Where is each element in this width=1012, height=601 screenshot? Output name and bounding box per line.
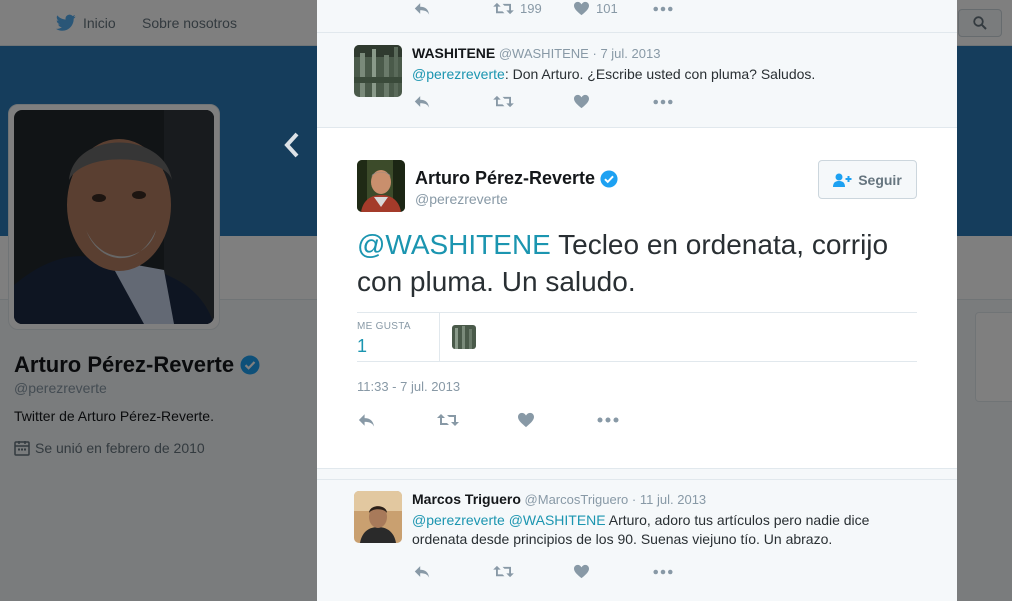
more-icon xyxy=(653,569,673,575)
more-icon xyxy=(653,99,673,105)
tweet-body: Marcos Triguero @MarcosTriguero · 11 jul… xyxy=(412,491,922,549)
divider xyxy=(317,32,957,33)
tweet-body: WASHITENE @WASHITENE · 7 jul. 2013 @pere… xyxy=(412,45,922,84)
main-tweet-actions xyxy=(357,412,619,428)
verified-icon xyxy=(600,170,618,188)
tweet-timestamp[interactable]: 11:33 - 7 jul. 2013 xyxy=(357,379,460,394)
tweet-header: WASHITENE @WASHITENE · 7 jul. 2013 xyxy=(412,45,922,61)
retweet-icon xyxy=(493,1,514,16)
separator-dot: · xyxy=(631,492,637,507)
separator-dot: · xyxy=(592,46,597,61)
more-button[interactable] xyxy=(653,569,673,575)
author-name[interactable]: Arturo Pérez-Reverte xyxy=(415,168,618,189)
more-button[interactable] xyxy=(597,417,619,423)
add-user-icon xyxy=(833,173,852,187)
author-handle[interactable]: @perezreverte xyxy=(415,191,508,207)
tweet-actions xyxy=(413,94,673,109)
like-count: 101 xyxy=(596,1,618,16)
main-tweet-text: @WASHITENE Tecleo en ordenata, corrijo c… xyxy=(357,226,927,300)
divider xyxy=(317,479,957,480)
tweet-actions xyxy=(413,564,673,579)
like-button[interactable] xyxy=(573,94,653,109)
tweet-date[interactable]: 11 jul. 2013 xyxy=(640,492,706,507)
heart-icon xyxy=(573,564,590,579)
reply-icon xyxy=(357,412,376,428)
author-avatar[interactable] xyxy=(357,160,405,212)
tweet-text: @perezreverte @WASHITENE Arturo, adoro t… xyxy=(412,511,922,549)
like-button[interactable]: 101 xyxy=(573,1,653,16)
likes-count[interactable]: 1 xyxy=(357,336,367,357)
liker-avatar[interactable] xyxy=(452,325,476,349)
likes-label: ME GUSTA xyxy=(357,321,411,332)
prev-tweet-actions: 199 101 xyxy=(413,1,673,16)
more-icon xyxy=(597,417,619,423)
mention-link[interactable]: @perezreverte xyxy=(412,512,505,528)
avatar[interactable] xyxy=(354,45,402,97)
reply-icon xyxy=(413,1,431,16)
reply-button[interactable] xyxy=(357,412,437,428)
reply-button[interactable] xyxy=(413,564,493,579)
retweet-icon xyxy=(493,564,514,579)
author-handle[interactable]: @MarcosTriguero xyxy=(525,492,629,507)
mention-link[interactable]: @perezreverte xyxy=(412,66,505,82)
more-icon xyxy=(653,6,673,12)
tweet-permalink-modal: 199 101 WASHITENE @WASHITENE · 7 jul. 20… xyxy=(317,0,957,601)
tweet-text-content: : Don Arturo. ¿Escribe usted con pluma? … xyxy=(504,66,816,82)
more-button[interactable] xyxy=(653,99,673,105)
retweet-button[interactable]: 199 xyxy=(493,1,573,16)
tweet-date[interactable]: 7 jul. 2013 xyxy=(600,46,660,61)
reply-button[interactable] xyxy=(413,94,493,109)
retweet-count: 199 xyxy=(520,1,542,16)
tweet-text: @perezreverte: Don Arturo. ¿Escribe uste… xyxy=(412,65,922,84)
follow-button[interactable]: Seguir xyxy=(818,160,917,199)
heart-icon xyxy=(517,412,535,428)
avatar[interactable] xyxy=(354,491,402,543)
retweet-icon xyxy=(493,94,514,109)
tweet-header: Marcos Triguero @MarcosTriguero · 11 jul… xyxy=(412,491,922,507)
mention-link[interactable]: @WASHITENE xyxy=(357,229,551,260)
reply-button[interactable] xyxy=(413,1,493,16)
heart-icon xyxy=(573,94,590,109)
reply-icon xyxy=(413,564,431,579)
author-name[interactable]: WASHITENE xyxy=(412,45,495,61)
retweet-button[interactable] xyxy=(493,564,573,579)
replies-section: Marcos Triguero @MarcosTriguero · 11 jul… xyxy=(317,468,957,601)
heart-icon xyxy=(573,1,590,16)
like-button[interactable] xyxy=(573,564,653,579)
author-name[interactable]: Marcos Triguero xyxy=(412,491,521,507)
mention-link[interactable]: @WASHITENE xyxy=(509,512,606,528)
tweet-stats: ME GUSTA 1 xyxy=(357,312,917,362)
author-name-text: Arturo Pérez-Reverte xyxy=(415,168,596,188)
reply-icon xyxy=(413,94,431,109)
more-button[interactable] xyxy=(653,6,673,12)
conversation-ancestors: 199 101 WASHITENE @WASHITENE · 7 jul. 20… xyxy=(317,0,957,128)
retweet-button[interactable] xyxy=(493,94,573,109)
retweet-icon xyxy=(437,412,459,428)
chevron-left-icon[interactable] xyxy=(282,131,302,159)
retweet-button[interactable] xyxy=(437,412,517,428)
like-button[interactable] xyxy=(517,412,597,428)
stats-divider xyxy=(439,313,440,361)
follow-button-label: Seguir xyxy=(858,171,902,188)
author-handle[interactable]: @WASHITENE xyxy=(499,46,589,61)
